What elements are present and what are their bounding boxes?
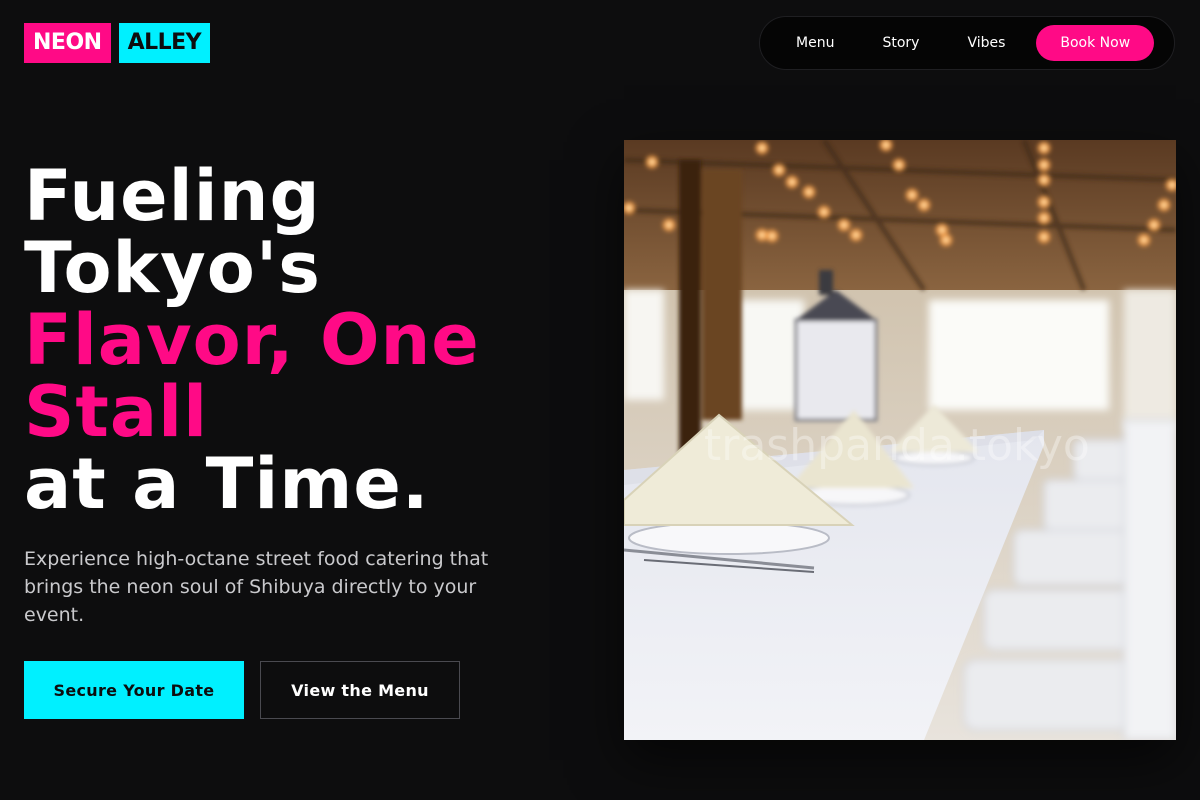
hero-title-highlight: Flavor, One [24, 299, 480, 381]
secure-your-date-button[interactable]: Secure Your Date [24, 661, 244, 719]
brand-logo-part-neon: NEON [24, 23, 111, 63]
main-nav: Menu Story Vibes Book Now [759, 16, 1175, 70]
nav-item-menu[interactable]: Menu [772, 25, 858, 61]
hero-title: Fueling Tokyo's Flavor, One Stall at a T… [24, 160, 584, 520]
hero-photo: trashpanda.tokyo [624, 140, 1176, 740]
nav-item-story[interactable]: Story [858, 25, 943, 61]
nav-item-vibes[interactable]: Vibes [943, 25, 1029, 61]
book-now-button[interactable]: Book Now [1036, 25, 1155, 61]
hero-title-line: Tokyo's [24, 227, 321, 309]
view-menu-button[interactable]: View the Menu [260, 661, 460, 719]
hero-title-line: at a Time. [24, 443, 430, 525]
hero-subtitle: Experience high-octane street food cater… [24, 548, 489, 626]
image-watermark: trashpanda.tokyo [704, 420, 1090, 471]
brand-logo-part-alley: ALLEY [118, 23, 211, 63]
hero-title-highlight: Stall [24, 371, 209, 453]
brand-logo[interactable]: NEON ALLEY [24, 23, 211, 63]
hero-title-line: Fueling [24, 155, 321, 237]
